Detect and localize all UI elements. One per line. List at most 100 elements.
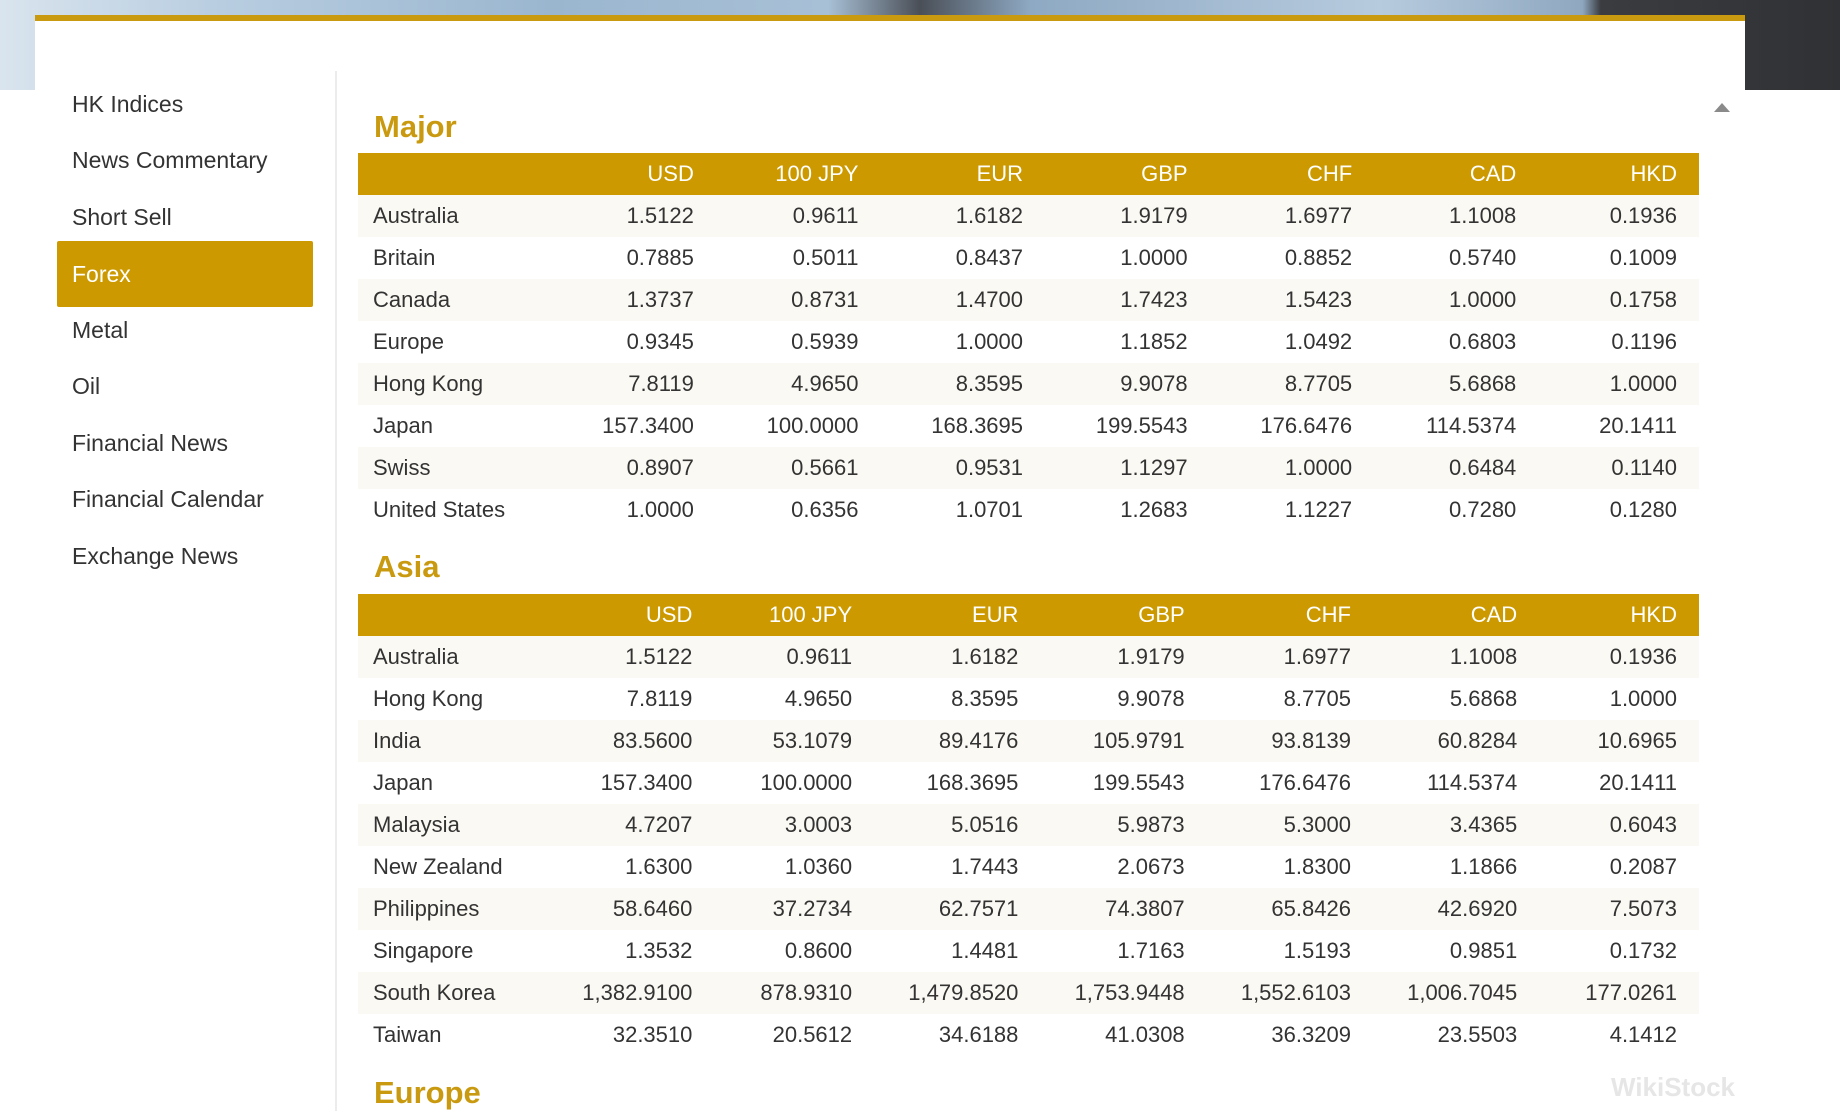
country-cell: New Zealand xyxy=(358,846,549,888)
column-header: GBP xyxy=(1040,594,1207,636)
rate-cell: 0.9851 xyxy=(1372,930,1540,972)
rate-cell: 20.5612 xyxy=(714,1014,875,1056)
rate-cell: 8.3595 xyxy=(880,363,1046,405)
rate-cell: 0.9611 xyxy=(715,195,881,237)
rate-cell: 0.8907 xyxy=(551,447,716,489)
column-header: CHF xyxy=(1206,594,1373,636)
rate-cell: 32.3510 xyxy=(548,1014,715,1056)
table-header-row: USD 100 JPY EUR GBP CHF CAD HKD xyxy=(358,594,1699,636)
table-row: Europe 0.9345 0.5939 1.0000 1.1852 1.0492 0.68… xyxy=(358,321,1699,363)
rate-cell: 5.6868 xyxy=(1372,678,1540,720)
rate-cell: 42.6920 xyxy=(1372,888,1540,930)
rate-cell: 4.9650 xyxy=(715,363,881,405)
rate-cell: 176.6476 xyxy=(1206,762,1373,804)
table-row: Australia 1.5122 0.9611 1.6182 1.9179 1.6977 1… xyxy=(358,195,1699,237)
rate-cell: 9.9078 xyxy=(1045,363,1210,405)
rate-cell: 1,382.9100 xyxy=(548,972,715,1014)
country-cell: Europe xyxy=(358,321,552,363)
watermark-logo: WikiStock xyxy=(1610,1072,1735,1102)
rate-cell: 1.4700 xyxy=(880,279,1046,321)
rate-cell: 58.6460 xyxy=(548,888,715,930)
rate-cell: 1.1852 xyxy=(1045,321,1210,363)
rate-cell: 2.0673 xyxy=(1040,846,1207,888)
rate-cell: 0.5939 xyxy=(715,321,881,363)
rate-cell: 1.1008 xyxy=(1372,636,1540,678)
rate-cell: 0.5740 xyxy=(1374,237,1539,279)
rate-cell: 1.5193 xyxy=(1206,930,1373,972)
rate-cell: 20.1411 xyxy=(1538,405,1699,447)
country-cell: South Korea xyxy=(358,972,549,1014)
rate-cell: 177.0261 xyxy=(1539,972,1699,1014)
rate-cell: 1.0000 xyxy=(1538,363,1699,405)
table-header-row: USD 100 JPY EUR GBP CHF CAD HKD xyxy=(358,153,1699,195)
rate-cell: 1.2683 xyxy=(1045,489,1210,531)
column-header: CAD xyxy=(1372,594,1540,636)
column-header-country xyxy=(358,153,552,195)
table-row: Singapore 1.3532 0.8600 1.4481 1.7163 1.5193 0… xyxy=(358,930,1699,972)
rate-cell: 1.0701 xyxy=(880,489,1046,531)
rate-cell: 1.0000 xyxy=(1209,447,1375,489)
rate-cell: 60.8284 xyxy=(1372,720,1540,762)
table-row: Canada 1.3737 0.8731 1.4700 1.7423 1.5423 1.00… xyxy=(358,279,1699,321)
country-cell: Japan xyxy=(358,405,552,447)
rate-cell: 1.0000 xyxy=(551,489,716,531)
rate-cell: 36.3209 xyxy=(1206,1014,1373,1056)
rate-cell: 168.3695 xyxy=(880,405,1046,447)
country-cell: Singapore xyxy=(358,930,549,972)
rate-cell: 37.2734 xyxy=(714,888,875,930)
table-row: Philippines 58.6460 37.2734 62.7571 74.3807 6… xyxy=(358,888,1699,930)
rate-cell: 157.3400 xyxy=(548,762,715,804)
table-row: Japan 157.3400 100.0000 168.3695 199.5543 176… xyxy=(358,762,1699,804)
rate-cell: 199.5543 xyxy=(1045,405,1210,447)
table-row: Hong Kong 7.8119 4.9650 8.3595 9.9078 8.7705 5… xyxy=(358,363,1699,405)
rate-cell: 3.4365 xyxy=(1372,804,1540,846)
table-row: Australia 1.5122 0.9611 1.6182 1.9179 1.6977 1… xyxy=(358,636,1699,678)
country-cell: Hong Kong xyxy=(358,678,549,720)
column-header: EUR xyxy=(874,594,1041,636)
rate-cell: 0.1936 xyxy=(1539,636,1699,678)
rate-cell: 23.5503 xyxy=(1372,1014,1540,1056)
rate-cell: 1.7423 xyxy=(1045,279,1210,321)
column-header: 100 JPY xyxy=(714,594,875,636)
rate-cell: 5.3000 xyxy=(1206,804,1373,846)
column-header: 100 JPY xyxy=(715,153,881,195)
rate-cell: 100.0000 xyxy=(714,762,875,804)
table-row: India 83.5600 53.1079 89.4176 105.9791 93.813… xyxy=(358,720,1699,762)
rate-cell: 0.8437 xyxy=(880,237,1046,279)
country-cell: United States xyxy=(358,489,552,531)
column-header: CHF xyxy=(1209,153,1375,195)
rate-cell: 0.7885 xyxy=(551,237,716,279)
rate-cell: 0.6803 xyxy=(1374,321,1539,363)
rate-cell: 1,479.8520 xyxy=(874,972,1041,1014)
country-cell: Canada xyxy=(358,279,552,321)
rate-cell: 199.5543 xyxy=(1040,762,1207,804)
rate-cell: 0.1280 xyxy=(1538,489,1699,531)
country-cell: Philippines xyxy=(358,888,549,930)
rate-cell: 114.5374 xyxy=(1372,762,1540,804)
rate-cell: 0.1140 xyxy=(1538,447,1699,489)
column-header: GBP xyxy=(1045,153,1210,195)
rate-cell: 8.3595 xyxy=(874,678,1041,720)
rate-cell: 1.1297 xyxy=(1045,447,1210,489)
section-title-europe: Europe xyxy=(374,1075,481,1110)
scroll-up-arrow-icon[interactable] xyxy=(1714,103,1730,112)
country-cell: India xyxy=(358,720,549,762)
rate-cell: 8.7705 xyxy=(1206,678,1373,720)
table-row: Britain 0.7885 0.5011 0.8437 1.0000 0.8852 0.5… xyxy=(358,237,1699,279)
rate-cell: 114.5374 xyxy=(1374,405,1539,447)
country-cell: Britain xyxy=(358,237,552,279)
rate-cell: 1.3737 xyxy=(551,279,716,321)
sidebar-item-exchange-news[interactable]: Exchange News xyxy=(57,523,313,589)
column-header-country xyxy=(358,594,549,636)
rate-cell: 20.1411 xyxy=(1539,762,1699,804)
rate-cell: 1,552.6103 xyxy=(1206,972,1373,1014)
rate-cell: 4.7207 xyxy=(548,804,715,846)
rate-cell: 1.9179 xyxy=(1040,636,1207,678)
rate-cell: 10.6965 xyxy=(1539,720,1699,762)
table-row: Japan 157.3400 100.0000 168.3695 199.5543 176… xyxy=(358,405,1699,447)
rate-cell: 1.0000 xyxy=(880,321,1046,363)
rate-cell: 1.1008 xyxy=(1374,195,1539,237)
rate-cell: 0.7280 xyxy=(1374,489,1539,531)
rate-cell: 1.0000 xyxy=(1045,237,1210,279)
rate-cell: 0.6484 xyxy=(1374,447,1539,489)
